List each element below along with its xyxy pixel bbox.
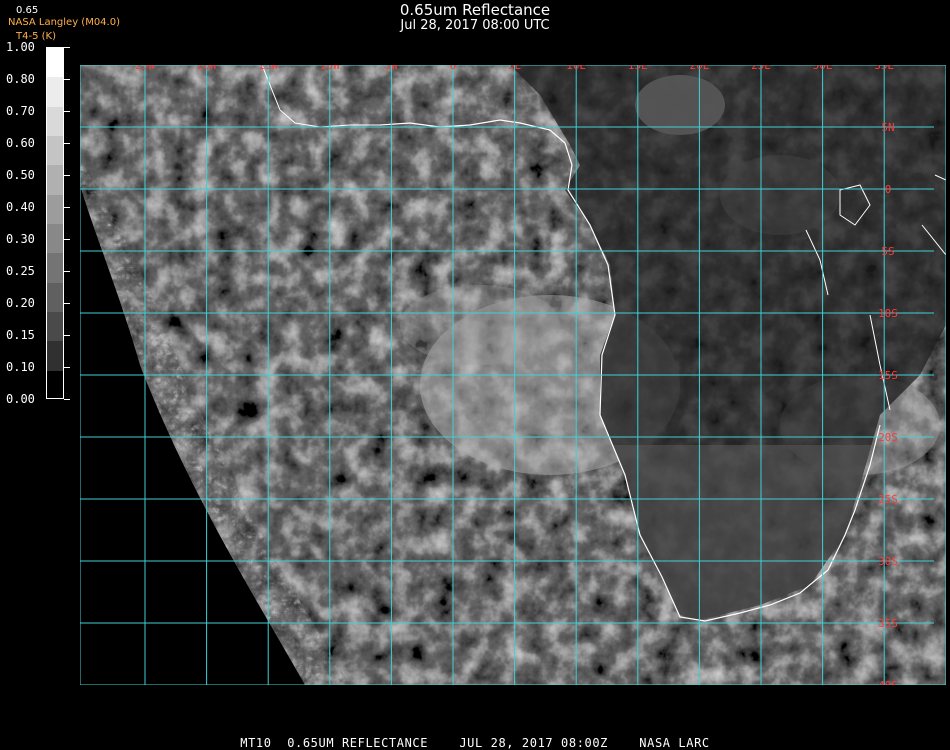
colorbar-tick	[64, 335, 70, 336]
colorbar-label: 0.40	[6, 200, 35, 214]
meridian-label: 25E	[751, 65, 771, 72]
meridian-label: 20E	[689, 65, 709, 72]
colorbar-swatch	[47, 135, 63, 166]
colorbar-tick	[64, 271, 70, 272]
colorbar-swatch	[47, 194, 63, 224]
meridian-label: 10W	[320, 65, 340, 72]
colorbar-tick	[64, 143, 70, 144]
colorbar-tick	[64, 399, 70, 400]
colorbar-tick	[64, 207, 70, 208]
colorbar-label: 0.60	[6, 136, 35, 150]
colorbar-label: 0.15	[6, 328, 35, 342]
colorbar-swatch	[47, 106, 63, 136]
meridian-label: 5W	[385, 65, 399, 72]
meridian-label: 30E	[813, 65, 833, 72]
parallel-label: 25S	[878, 493, 898, 506]
image-datetime: Jul 28, 2017 08:00 UTC	[400, 18, 550, 33]
colorbar-swatch	[47, 223, 63, 254]
colorbar-swatch	[47, 165, 63, 195]
meridian-label: 5E	[508, 65, 521, 72]
colorbar-swatch	[47, 311, 63, 342]
colorbar-label: 0.70	[6, 104, 35, 118]
colorbar-tick	[64, 79, 70, 80]
colorbar-label: 0.25	[6, 264, 35, 278]
colorbar-label: 0.80	[6, 72, 35, 86]
colorbar-swatch	[47, 341, 63, 371]
colorbar-swatch	[47, 77, 63, 107]
colorbar-swatch	[47, 253, 63, 283]
meridian-label: 20W	[197, 65, 217, 72]
parallel-label: 40S	[878, 679, 898, 685]
colorbar-label: 1.00	[6, 40, 35, 54]
colorbar-tick	[64, 367, 70, 368]
meridian-label: 35E	[874, 65, 894, 72]
colorbar-label: 0.00	[6, 392, 35, 406]
parallel-label: 15S	[878, 369, 898, 382]
colorbar-tick	[64, 111, 70, 112]
meridian-label: 15W	[258, 65, 278, 72]
colorbar	[46, 47, 64, 399]
meridian-label: 15E	[628, 65, 648, 72]
colorbar-label: 0.30	[6, 232, 35, 246]
satellite-map: 25W 20W 15W 10W 5W 0 5E 10E 15E 20E 25E 30E 35E 5N 0 5S…	[80, 65, 946, 685]
parallel-label: 0	[885, 183, 892, 196]
meridian-label: 0	[450, 65, 457, 72]
colorbar-tick	[64, 175, 70, 176]
image-title: 0.65um Reflectance	[399, 1, 551, 19]
colorbar-label: 0.20	[6, 296, 35, 310]
parallel-label: 10S	[878, 307, 898, 320]
colorbar-swatch	[47, 370, 63, 398]
colorbar-tick	[64, 239, 70, 240]
colorbar-tick	[64, 303, 70, 304]
colorbar-label: 0.50	[6, 168, 35, 182]
colorbar-swatch	[47, 48, 63, 78]
parallel-label: 5N	[881, 121, 894, 134]
parallel-label: 20S	[878, 431, 898, 444]
meridian-label: 25W	[135, 65, 155, 72]
colorbar-tick	[64, 47, 70, 48]
colorbar-label: 0.10	[6, 360, 35, 374]
parallel-label: 30S	[878, 555, 898, 568]
footer-caption: MT10 0.65UM REFLECTANCE JUL 28, 2017 08:…	[240, 736, 710, 750]
parallel-label: 5S	[881, 245, 894, 258]
colorbar-swatch	[47, 282, 63, 312]
meridian-label: 10E	[566, 65, 586, 72]
parallel-label: 35S	[878, 617, 898, 630]
